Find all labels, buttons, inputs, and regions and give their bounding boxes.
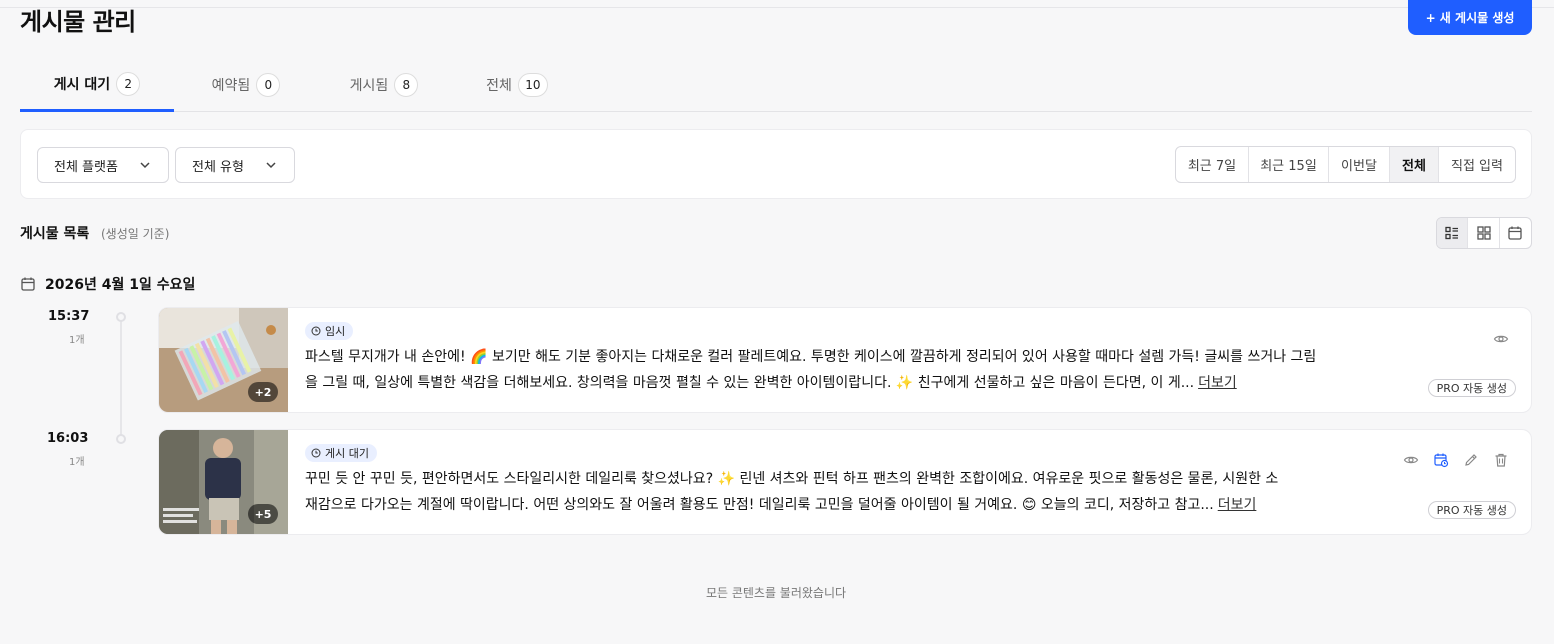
status-tabs: 게시 대기 2 예약됨 0 게시됨 8 전체 10 [20, 58, 1532, 112]
list-icon [1445, 226, 1459, 240]
more-link[interactable]: 더보기 [1218, 497, 1257, 513]
post-caption: 파스텔 무지개가 내 손안에! 🌈 보기만 해도 기분 좋아지는 다채로운 컬러… [305, 344, 1385, 396]
schedule-button[interactable] [1430, 449, 1452, 471]
grid-view-button[interactable] [1468, 218, 1500, 248]
clock-icon [311, 448, 321, 458]
page-title: 게시물 관리 [20, 8, 136, 36]
post-time: 15:37 [48, 309, 90, 324]
platform-select[interactable]: 전체 플랫폼 [37, 147, 169, 183]
trash-icon [1495, 453, 1507, 467]
pencil-icon [1465, 454, 1477, 466]
calendar-clock-icon [1434, 453, 1449, 468]
post-caption: 꾸민 듯 안 꾸민 듯, 편안하면서도 스타일리시한 데일리룩 찾으셨나요? ✨… [305, 466, 1385, 518]
chevron-down-icon [266, 162, 276, 169]
delete-button[interactable] [1490, 449, 1512, 471]
period-this-month[interactable]: 이번달 [1329, 147, 1390, 182]
period-7-days[interactable]: 최근 7일 [1176, 147, 1249, 182]
list-view-button[interactable] [1437, 218, 1469, 248]
filter-panel: 전체 플랫폼 전체 유형 최근 7일 최근 15일 이번달 전체 직접 입력 [20, 129, 1532, 199]
period-15-days[interactable]: 최근 15일 [1249, 147, 1329, 182]
platform-select-value: 전체 플랫폼 [54, 159, 118, 175]
calendar-icon [21, 277, 35, 291]
caption-line: 을 그릴 때, 일상에 특별한 색감을 더해보세요. 창의력을 마음껏 펼칠 수… [305, 375, 1195, 391]
calendar-view-button[interactable] [1500, 218, 1531, 248]
post-count: 1개 [69, 457, 85, 468]
tab-count: 8 [394, 73, 419, 97]
post-thumbnail[interactable]: +2 [159, 308, 288, 412]
tab-published[interactable]: 게시됨 8 [332, 58, 436, 112]
more-images-badge: +5 [248, 504, 278, 524]
pro-auto-badge: PRO 자동 생성 [1427, 501, 1516, 519]
eye-icon [1403, 456, 1419, 464]
period-all[interactable]: 전체 [1390, 147, 1439, 182]
period-custom[interactable]: 직접 입력 [1439, 147, 1515, 182]
timeline-dot [116, 312, 126, 322]
post-time: 16:03 [47, 431, 89, 446]
list-subtitle: (생성일 기준) [101, 227, 170, 241]
tab-label: 전체 [486, 78, 512, 94]
view-toggle [1436, 217, 1532, 249]
post-card[interactable]: +5 게시 대기 꾸민 듯 안 꾸민 듯, 편안하면서도 스타일리시한 데일리룩… [158, 429, 1532, 535]
eye-icon [1493, 335, 1509, 343]
grid-icon [1476, 226, 1491, 240]
preview-button[interactable] [1490, 328, 1512, 350]
tab-label: 게시됨 [349, 78, 389, 94]
calendar-icon [1508, 226, 1522, 240]
top-divider [0, 7, 1554, 8]
tab-count: 2 [116, 71, 141, 96]
tab-scheduled[interactable]: 예약됨 0 [194, 58, 298, 112]
status-label: 게시 대기 [325, 447, 369, 460]
post-card[interactable]: +2 임시 파스텔 무지개가 내 손안에! 🌈 보기만 해도 기분 좋아지는 다… [158, 307, 1532, 413]
status-label: 임시 [325, 325, 346, 338]
date-label: 2026년 4월 1일 수요일 [45, 277, 196, 293]
type-select-value: 전체 유형 [192, 159, 244, 175]
caption-line: 파스텔 무지개가 내 손안에! 🌈 보기만 해도 기분 좋아지는 다채로운 컬러… [305, 349, 1317, 365]
edit-button[interactable] [1460, 449, 1482, 471]
post-thumbnail[interactable]: +5 [159, 430, 288, 534]
tab-label: 예약됨 [211, 78, 251, 94]
preview-button[interactable] [1400, 449, 1422, 471]
more-link[interactable]: 더보기 [1198, 375, 1237, 391]
status-badge: 임시 [305, 322, 354, 340]
timeline-line [120, 318, 122, 440]
pro-auto-badge: PRO 자동 생성 [1427, 379, 1516, 397]
timeline-dot [116, 434, 126, 444]
tab-pending[interactable]: 게시 대기 2 [20, 58, 174, 112]
post-count: 1개 [69, 335, 85, 346]
end-of-list-message: 모든 콘텐츠를 불러왔습니다 [705, 586, 847, 600]
tab-label: 게시 대기 [53, 76, 111, 93]
period-selector: 최근 7일 최근 15일 이번달 전체 직접 입력 [1175, 146, 1516, 183]
more-images-badge: +2 [248, 382, 278, 402]
list-title: 게시물 목록 [20, 226, 90, 242]
caption-line: 꾸민 듯 안 꾸민 듯, 편안하면서도 스타일리시한 데일리룩 찾으셨나요? ✨… [305, 471, 1279, 487]
type-select[interactable]: 전체 유형 [175, 147, 295, 183]
tab-count: 10 [517, 73, 548, 97]
chevron-down-icon [140, 162, 150, 169]
status-badge: 게시 대기 [305, 444, 377, 462]
tab-all[interactable]: 전체 10 [470, 58, 564, 112]
date-group-header: 2026년 4월 1일 수요일 [20, 274, 195, 294]
create-post-button[interactable]: + 새 게시물 생성 [1408, 0, 1532, 35]
caption-line: 재감으로 다가오는 계절에 딱이랍니다. 어떤 상의와도 잘 어울려 활용도 만… [305, 497, 1214, 513]
tab-count: 0 [256, 73, 281, 97]
clock-icon [311, 326, 321, 336]
